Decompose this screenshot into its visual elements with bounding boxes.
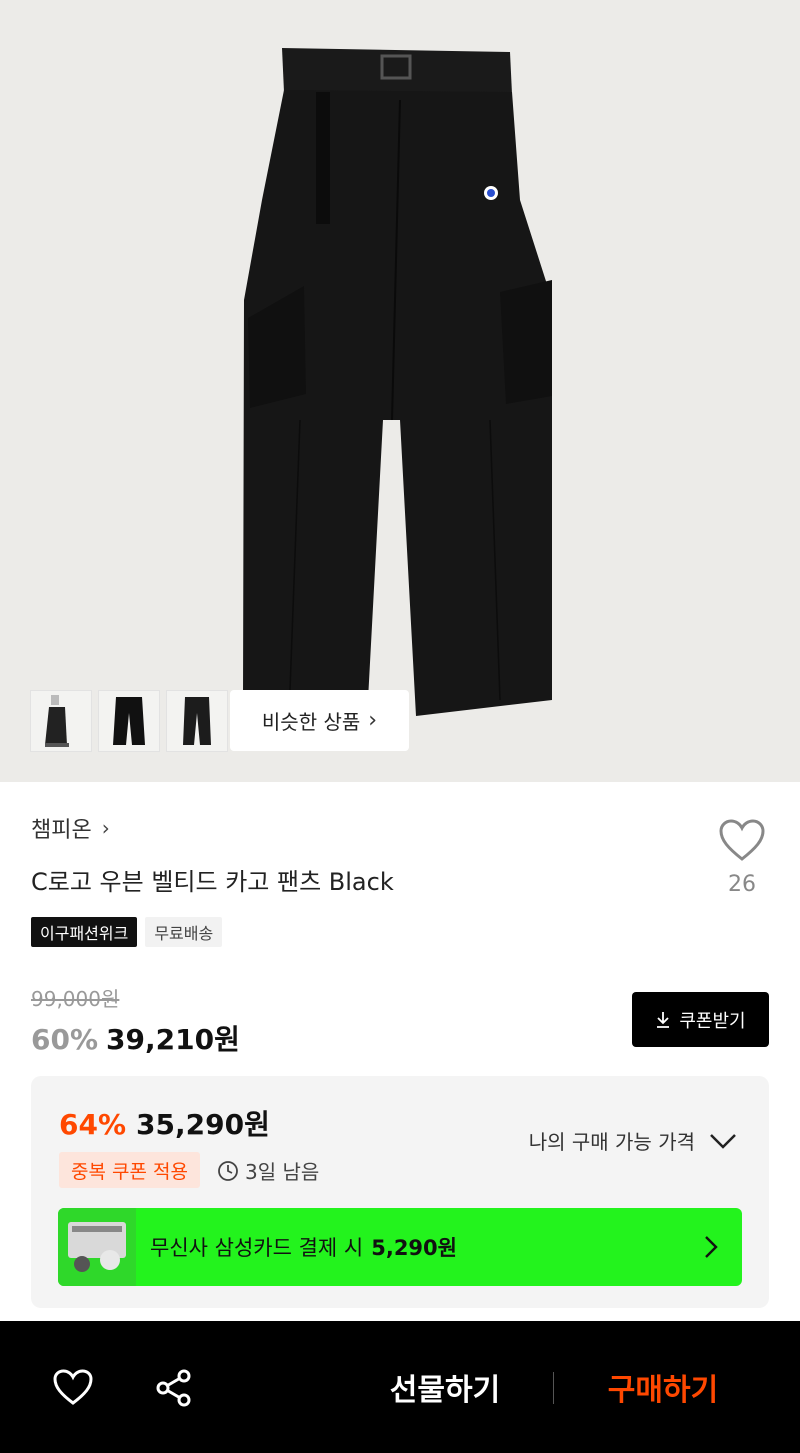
heart-outline-icon [719, 819, 765, 861]
similar-products-label: 비슷한 상품 [261, 710, 361, 734]
tag-free-shipping: 무료배송 [145, 917, 223, 947]
brand-name: 챔피온 [31, 818, 92, 843]
thumbnail-strip [30, 690, 228, 752]
gift-button[interactable]: 선물하기 [360, 1321, 530, 1453]
time-left-label: 3일 남음 [245, 1160, 320, 1184]
similar-products-button[interactable]: 비슷한 상품 › [230, 690, 409, 751]
clock-icon [218, 1160, 238, 1181]
thumbnail-front[interactable] [98, 690, 160, 752]
chevron-right-icon [704, 1208, 718, 1286]
coupon-button-label: 쿠폰받기 [679, 1010, 746, 1032]
card-promo-banner[interactable]: 무신사 삼성카드 결제 시 5,290원 [58, 1208, 742, 1286]
card-promo-image [58, 1208, 136, 1286]
chevron-right-icon: › [101, 816, 110, 840]
product-tags: 이구패션위크 무료배송 [31, 917, 223, 947]
tag-event: 이구패션위크 [31, 917, 138, 947]
card-promo-text: 무신사 삼성카드 결제 시 5,290원 [150, 1208, 457, 1286]
original-price: 99,000원 [31, 987, 120, 1011]
coupon-download-button[interactable]: 쿠폰받기 [632, 992, 769, 1047]
sale-price: 39,210원 [106, 1023, 240, 1056]
share-button[interactable] [154, 1368, 194, 1412]
product-main-image[interactable] [0, 0, 800, 782]
thumbnail-flat[interactable] [166, 690, 228, 752]
card-promo-amount: 5,290원 [371, 1236, 457, 1260]
sale-price-row: 60% 39,210원 [31, 1018, 240, 1058]
divider [553, 1372, 554, 1404]
brand-link[interactable]: 챔피온 › [31, 812, 110, 844]
sale-rate: 60% [31, 1023, 99, 1056]
share-icon [156, 1369, 191, 1407]
chevron-down-icon [710, 1133, 736, 1149]
like-button[interactable]: 26 [713, 818, 771, 897]
heart-outline-icon [53, 1369, 93, 1405]
card-promo-label: 무신사 삼성카드 결제 시 [150, 1236, 364, 1260]
buy-button[interactable]: 구매하기 [578, 1321, 748, 1453]
like-count: 26 [728, 872, 756, 897]
best-price: 35,290원 [136, 1108, 270, 1141]
best-price-row: 64% 35,290원 [59, 1103, 270, 1143]
thumbnail-model[interactable] [30, 690, 92, 752]
bottom-action-bar: 선물하기 구매하기 [0, 1321, 800, 1453]
product-image-area[interactable]: 비슷한 상품 › [0, 0, 800, 782]
product-title: C로고 우븐 벨티드 카고 팬츠 Black [31, 868, 394, 896]
wishlist-button[interactable] [52, 1368, 94, 1410]
duplicate-coupon-badge: 중복 쿠폰 적용 [59, 1152, 200, 1188]
best-price-box: 64% 35,290원 나의 구매 가능 가격 중복 쿠폰 적용 3일 남음 무… [31, 1076, 769, 1308]
my-price-label: 나의 구매 가능 가격 [528, 1130, 695, 1154]
time-left: 3일 남음 [217, 1156, 319, 1185]
my-price-toggle[interactable]: 나의 구매 가능 가격 [529, 1126, 737, 1155]
best-rate: 64% [59, 1108, 127, 1141]
download-icon [657, 1011, 670, 1028]
chevron-right-icon: › [368, 708, 378, 733]
